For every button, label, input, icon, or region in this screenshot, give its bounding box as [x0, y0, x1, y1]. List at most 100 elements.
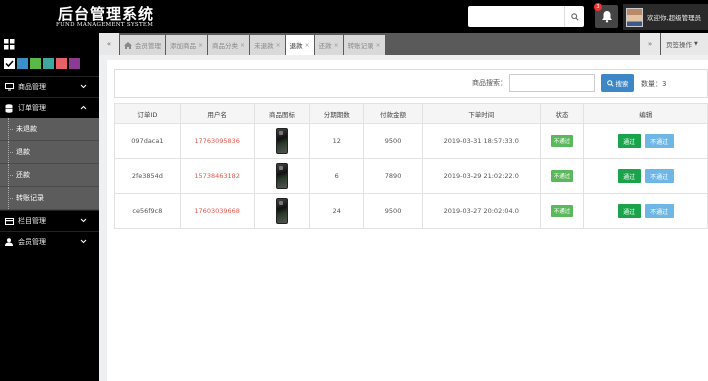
- order-id: 2fe3854d: [131, 172, 163, 180]
- theme-swatch-white[interactable]: [4, 57, 15, 69]
- search-button-label: 搜索: [615, 80, 629, 88]
- search-icon: [606, 79, 614, 87]
- check-icon: [5, 59, 14, 67]
- sidebar-toggle[interactable]: [0, 33, 99, 55]
- search-button[interactable]: 搜索: [601, 74, 634, 92]
- theme-swatch-purple[interactable]: [69, 57, 80, 69]
- database-icon: [4, 103, 14, 113]
- header-search: [468, 6, 584, 27]
- periods: 6: [309, 159, 363, 193]
- approve-button[interactable]: 通过: [617, 134, 641, 148]
- reject-button[interactable]: 不通过: [644, 134, 674, 148]
- search-panel: 商品搜索： 搜索 数量：3: [114, 69, 708, 98]
- search-label: 商品搜索：: [472, 79, 507, 87]
- status-cell: 不通过: [539, 159, 584, 193]
- table-header: 订单ID 用户名 商品图标 分期期数 付款金额 下单时间 状态 编辑: [115, 104, 707, 123]
- theme-swatch-red[interactable]: [56, 57, 67, 69]
- chevron-down-icon: [80, 83, 87, 91]
- close-icon[interactable]: ×: [276, 42, 281, 49]
- page-ops-dropdown[interactable]: 页签操作 ▼: [661, 33, 708, 55]
- theme-swatch-blue[interactable]: [17, 57, 28, 69]
- grid-icon: [4, 38, 15, 49]
- status-badge: 不通过: [550, 205, 574, 217]
- credit-card-icon: [4, 217, 14, 225]
- tab-label: 未退款: [254, 42, 274, 50]
- sidebar-subitem-repayment[interactable]: 还款: [0, 164, 99, 187]
- edit-cell: 通过 不通过: [583, 194, 707, 228]
- tab-transfers[interactable]: 转账记录 ×: [343, 35, 385, 55]
- sidebar-item-members[interactable]: 会员管理: [0, 231, 99, 252]
- approve-button[interactable]: 通过: [617, 169, 641, 183]
- column-header: 订单ID: [137, 110, 158, 119]
- sidebar-item-columns[interactable]: 栏目管理: [0, 210, 99, 231]
- status-badge: 不通过: [550, 135, 574, 147]
- sidebar-item-label: 会员管理: [18, 238, 46, 246]
- avatar: [626, 7, 643, 27]
- user-menu[interactable]: 欢迎你,超级管理员: [623, 4, 708, 30]
- sidebar-subitem-refund[interactable]: 退款: [0, 141, 99, 164]
- theme-swatches: [0, 55, 99, 71]
- result-count: 数量：3: [641, 80, 667, 88]
- column-header: 编辑: [583, 104, 707, 123]
- double-right-icon: »: [647, 40, 653, 48]
- theme-swatch-teal[interactable]: [43, 57, 54, 69]
- notification-badge: 3: [594, 3, 602, 11]
- column-header: 付款金额: [363, 104, 422, 123]
- sidebar-subitem-transfers[interactable]: 转账记录: [0, 187, 99, 210]
- tab-refund[interactable]: 退款 ×: [285, 35, 314, 55]
- close-icon[interactable]: ×: [305, 42, 310, 49]
- column-header: 状态: [539, 104, 584, 123]
- table-row: 097daca1 17763095836 12 9500 2019-03-31 …: [115, 123, 707, 158]
- tab-scroll-right[interactable]: »: [640, 33, 660, 55]
- sidebar-subitem-unrefunded[interactable]: 未退款: [0, 118, 99, 141]
- column-header: 下单时间: [421, 104, 540, 123]
- order-time: 2019-03-29 21:02:22.0: [421, 159, 540, 193]
- reject-button[interactable]: 不通过: [644, 169, 674, 183]
- close-icon[interactable]: ×: [376, 42, 381, 49]
- reject-button[interactable]: 不通过: [644, 204, 674, 218]
- username: 17763095836: [179, 124, 254, 158]
- edit-cell: 通过 不通过: [583, 124, 707, 158]
- approve-button[interactable]: 通过: [617, 204, 641, 218]
- close-icon[interactable]: ×: [334, 42, 339, 49]
- amount: 9500: [363, 124, 422, 158]
- tab-scroll-left[interactable]: «: [99, 33, 119, 55]
- tab-repayment[interactable]: 还款 ×: [314, 35, 343, 55]
- product-image: [275, 198, 288, 224]
- status-badge: 不通过: [550, 170, 574, 182]
- sidebar-item-label: 订单管理: [18, 104, 46, 112]
- sidebar-item-label: 商品管理: [18, 83, 46, 91]
- header-search-button[interactable]: [564, 6, 584, 27]
- amount: 9500: [363, 194, 422, 228]
- amount: 7890: [363, 159, 422, 193]
- periods: 24: [309, 194, 363, 228]
- tab-label: 转账记录: [347, 42, 374, 50]
- table-row: 2fe3854d 15738463182 6 7890 2019-03-29 2…: [115, 158, 707, 193]
- tab-list: 会员管理 添加商品 × 商品分类 × 未退款 × 退款 × 还款 × 转账记录 ×: [120, 35, 386, 55]
- chevron-down-icon: [80, 238, 87, 246]
- theme-swatch-green[interactable]: [30, 57, 41, 69]
- tab-add-product[interactable]: 添加商品 ×: [166, 35, 208, 55]
- order-id: ce56f9c8: [132, 207, 163, 215]
- search-icon: [570, 12, 579, 21]
- double-left-icon: «: [106, 40, 112, 48]
- table-row: ce56f9c8 17603039668 24 9500 2019-03-27 …: [115, 193, 707, 228]
- main-content: 商品搜索： 搜索 数量：3 订单ID 用户名 商品图标 分期期数 付款金额 下单…: [107, 60, 708, 381]
- tab-unrefunded[interactable]: 未退款 ×: [250, 35, 285, 55]
- order-time: 2019-03-31 18:57:33.0: [421, 124, 540, 158]
- sidebar-item-products[interactable]: 商品管理: [0, 76, 99, 97]
- close-icon[interactable]: ×: [198, 42, 203, 49]
- close-icon[interactable]: ×: [240, 42, 245, 49]
- sidebar-item-orders[interactable]: 订单管理: [0, 97, 99, 118]
- header-search-input[interactable]: [468, 6, 564, 27]
- app-title: 后台管理系统: [58, 5, 155, 23]
- tab-label: 添加商品: [170, 42, 196, 50]
- product-image: [275, 128, 288, 154]
- chevron-down-icon: [80, 217, 87, 225]
- product-search-input[interactable]: [509, 74, 595, 92]
- tab-product-category[interactable]: 商品分类 ×: [208, 35, 250, 55]
- username: 15738463182: [179, 159, 254, 193]
- order-time: 2019-03-27 20:02:04.0: [421, 194, 540, 228]
- tab-label: 会员管理: [135, 42, 161, 50]
- tab-members[interactable]: 会员管理: [120, 35, 165, 55]
